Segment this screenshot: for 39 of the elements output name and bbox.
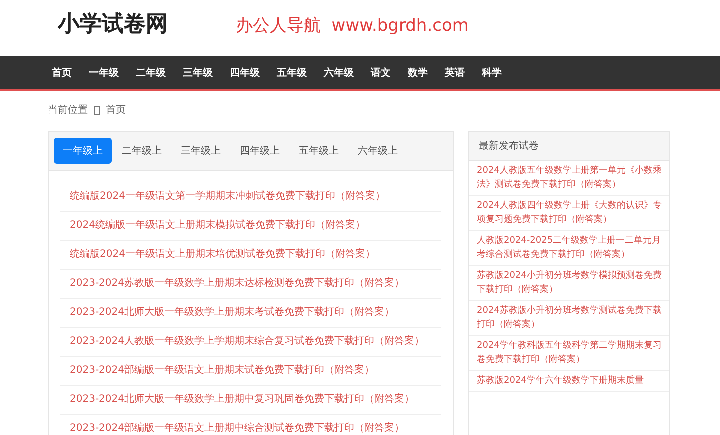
nav-link[interactable]: 科学 — [474, 66, 510, 80]
nav-link[interactable]: 一年级 — [81, 66, 127, 80]
sidebar-link[interactable]: 2024学年教科版五年级科学第二学期期末复习卷免费下载打印（附答案） — [469, 336, 669, 371]
article-link[interactable]: 2023-2024北师大版一年级数学上册期末考试卷免费下载打印（附答案） — [60, 299, 441, 328]
sidebar-title: 最新发布试卷 — [469, 132, 669, 161]
breadcrumb-link[interactable]: 首页 — [106, 103, 126, 117]
nav-link[interactable]: 六年级 — [316, 66, 362, 80]
sidebar-link[interactable]: 2024苏教版小升初分班考数学测试卷免费下载打印（附答案） — [469, 301, 669, 336]
breadcrumb-label: 当前位置 — [48, 104, 88, 117]
sidebar-link[interactable]: 人教版2024-2025二年级数学上册一二单元月考综合测试卷免费下载打印（附答案） — [469, 231, 669, 266]
nav-link[interactable]: 二年级 — [128, 66, 174, 80]
site-logo[interactable]: 小学试卷网 — [58, 9, 168, 39]
separator-icon — [94, 106, 100, 114]
nav-link[interactable]: 数学 — [400, 66, 436, 80]
nav-link[interactable]: 语文 — [363, 66, 399, 80]
sidebar-link[interactable]: 苏教版2024小升初分班考数学模拟预测卷免费下载打印（附答案） — [469, 266, 669, 301]
grade-tab[interactable]: 三年级上 — [172, 138, 230, 164]
article-link[interactable]: 2023-2024部编版一年级语文上册期末试卷免费下载打印（附答案） — [60, 357, 441, 386]
sidebar-link[interactable]: 2024人教版五年级数学上册第一单元《小数乘法》测试卷免费下载打印（附答案） — [469, 161, 669, 196]
article-link[interactable]: 2024统编版一年级语文上册期末模拟试卷免费下载打印（附答案） — [60, 212, 441, 241]
nav-link[interactable]: 首页 — [44, 66, 80, 80]
article-link[interactable]: 2023-2024苏教版一年级数学上册期末达标检测卷免费下载打印（附答案） — [60, 270, 441, 299]
nav-link[interactable]: 英语 — [437, 66, 473, 80]
sidebar-link[interactable]: 苏教版2024学年六年级数学下册期末质量 — [469, 371, 669, 392]
article-link[interactable]: 2023-2024部编版一年级语文上册期中综合测试卷免费下载打印（附答案） — [60, 415, 441, 435]
grade-tab[interactable]: 六年级上 — [349, 138, 407, 164]
ad-text[interactable]: 办公人导航 www.bgrdh.com — [236, 14, 469, 36]
article-link[interactable]: 2023-2024北师大版一年级数学上册期中复习巩固卷免费下载打印（附答案） — [60, 386, 441, 415]
grade-tab[interactable]: 五年级上 — [290, 138, 348, 164]
grade-tab[interactable]: 一年级上 — [54, 138, 112, 164]
article-link[interactable]: 统编版2024一年级语文第一学期期末冲刺试卷免费下载打印（附答案） — [60, 183, 441, 212]
grade-tab[interactable]: 二年级上 — [113, 138, 171, 164]
nav-link[interactable]: 五年级 — [269, 66, 315, 80]
article-link[interactable]: 统编版2024一年级语文上册期末培优测试卷免费下载打印（附答案） — [60, 241, 441, 270]
nav-link[interactable]: 三年级 — [175, 66, 221, 80]
sidebar-link[interactable]: 2024人教版四年级数学上册《大数的认识》专项复习题免费下载打印（附答案） — [469, 196, 669, 231]
nav-link[interactable]: 四年级 — [222, 66, 268, 80]
article-link[interactable]: 2023-2024人教版一年级数学上学期期末综合复习试卷免费下载打印（附答案） — [60, 328, 441, 357]
grade-tab[interactable]: 四年级上 — [231, 138, 289, 164]
